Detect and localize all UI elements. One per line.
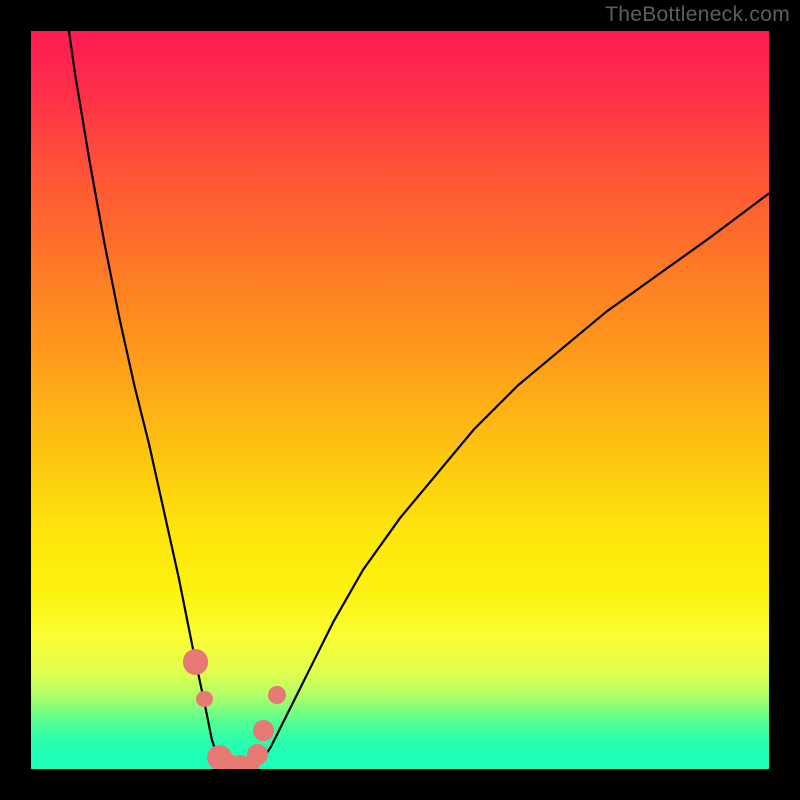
plot-area xyxy=(31,31,769,769)
curve-right xyxy=(255,193,769,769)
chart-frame: TheBottleneck.com xyxy=(0,0,800,800)
data-marker xyxy=(268,686,286,704)
curve-layer xyxy=(31,31,769,769)
data-marker xyxy=(183,649,208,674)
data-marker xyxy=(196,691,212,707)
watermark-text: TheBottleneck.com xyxy=(605,3,790,27)
data-marker xyxy=(253,720,274,741)
data-marker xyxy=(247,744,268,765)
